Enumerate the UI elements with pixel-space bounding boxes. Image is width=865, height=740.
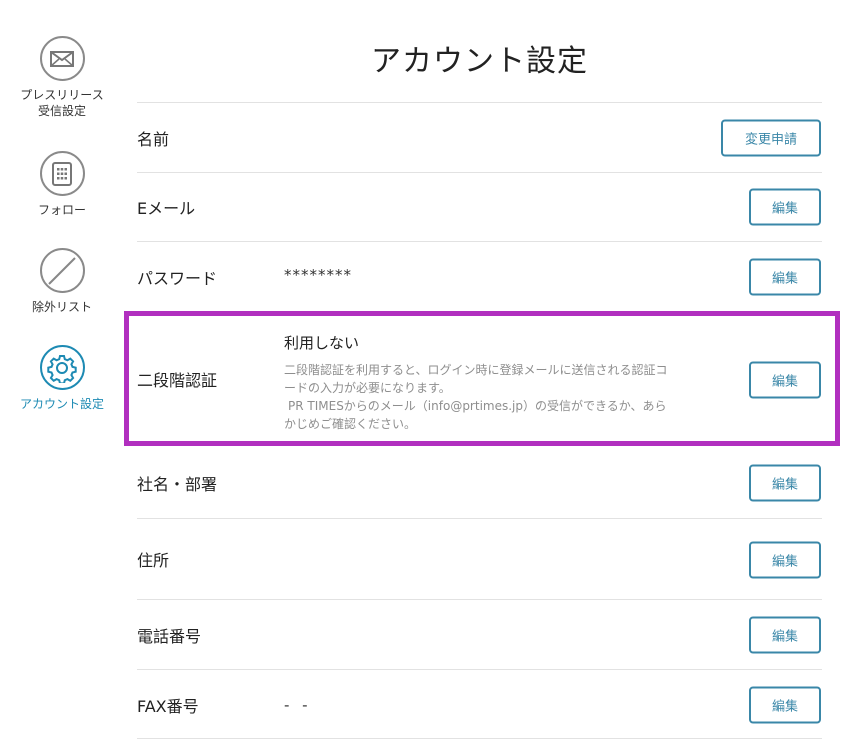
building-icon [39,151,85,196]
sidebar: プレスリリース 受信設定 フォロー 除外リスト アカウント設定 [0,0,124,740]
fax-value: - - [284,696,312,714]
edit-address-button[interactable]: 編集 [749,541,821,579]
row-label: 名前 [137,130,170,149]
settings-row-email: Eメール 編集 [137,172,822,242]
row-label: 住所 [137,551,170,570]
sidebar-item-label: 受信設定 [37,104,86,118]
description-line: ードの入力が必要になります。 [284,381,451,395]
settings-row-address: 住所 編集 [137,518,822,599]
edit-fax-button[interactable]: 編集 [749,686,821,724]
password-value: ******** [284,266,352,284]
description-line: 二段階認証を利用すると、ログイン時に登録メールに送信される認証コ [284,363,668,377]
sidebar-item-follow[interactable]: フォロー [0,151,124,218]
edit-company-button[interactable]: 編集 [749,464,821,502]
sidebar-item-label: フォロー [37,203,86,217]
settings-row-phone: 電話番号 編集 [137,599,822,669]
edit-two-factor-button[interactable]: 編集 [749,361,821,399]
sidebar-item-label: プレスリリース [20,88,104,102]
row-label: 二段階認証 [137,371,218,390]
settings-row-fax: FAX番号 - - 編集 [137,669,822,739]
two-factor-description: 二段階認証を利用すると、ログイン時に登録メールに送信される認証コ ードの入力が必… [284,361,674,433]
envelope-icon [39,36,85,81]
no-entry-icon [39,248,85,293]
settings-row-company: 社名・部署 編集 [137,446,822,519]
edit-phone-button[interactable]: 編集 [749,616,821,654]
sidebar-item-account-settings[interactable]: アカウント設定 [0,345,124,412]
description-line: PR TIMESからのメール（info@prtimes.jp）の受信ができるか、… [288,399,667,413]
row-label: 電話番号 [137,627,202,646]
sidebar-item-label: アカウント設定 [19,397,104,411]
row-label: Eメール [137,199,196,218]
settings-row-password: パスワード ******** 編集 [137,241,822,311]
sidebar-item-exclusion-list[interactable]: 除外リスト [0,248,124,315]
sidebar-item-press-release[interactable]: プレスリリース 受信設定 [0,36,124,119]
change-request-button[interactable]: 変更申請 [721,119,821,157]
description-line: かじめご確認ください。 [284,417,417,431]
gear-icon [39,345,85,390]
edit-password-button[interactable]: 編集 [749,258,821,296]
page-title: アカウント設定 [371,44,588,79]
row-label: FAX番号 [137,697,199,716]
settings-row-name: 名前 変更申請 [137,102,822,172]
sidebar-item-label: 除外リスト [31,300,92,314]
row-label: 社名・部署 [137,475,218,494]
edit-email-button[interactable]: 編集 [749,188,821,226]
two-factor-status: 利用しない [284,334,360,352]
row-label: パスワード [137,269,218,288]
settings-row-two-factor: 二段階認証 利用しない 二段階認証を利用すると、ログイン時に登録メールに送信され… [137,311,822,446]
